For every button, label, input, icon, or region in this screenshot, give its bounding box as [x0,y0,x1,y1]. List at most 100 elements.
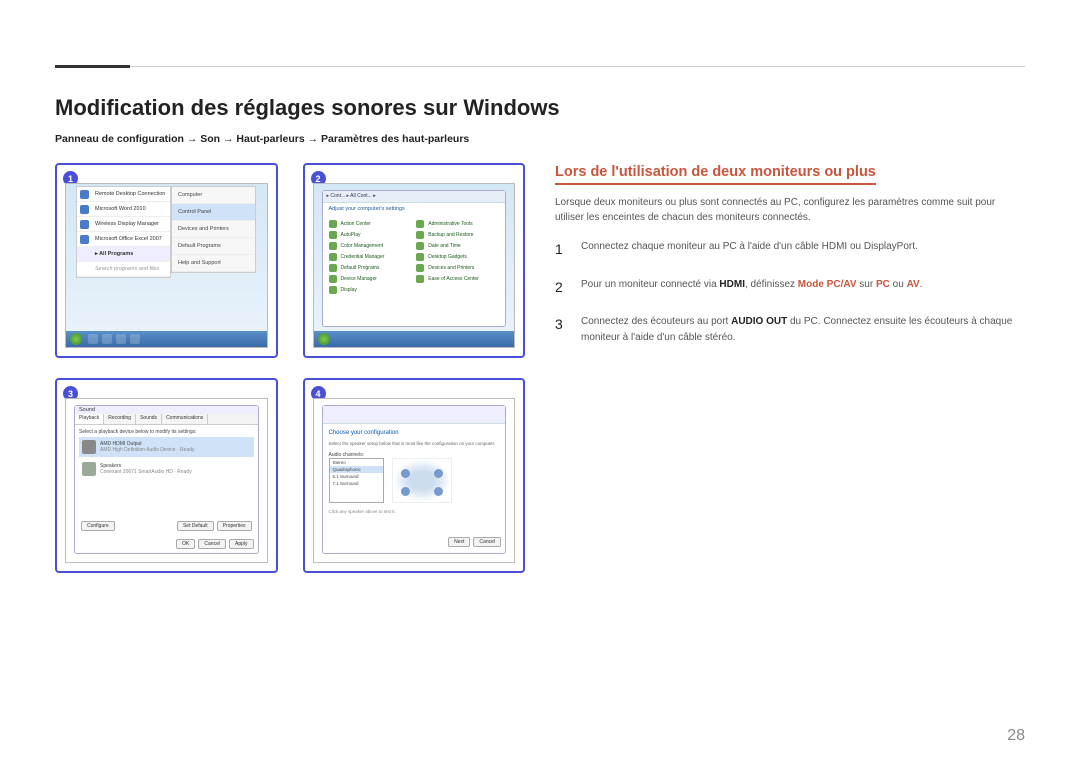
page-number: 28 [1007,727,1025,745]
hdmi-device-icon [82,440,96,454]
cp-header: Adjust your computer's settings [323,203,506,215]
step-text: Connectez des écouteurs au port AUDIO OU… [581,314,1025,345]
speaker-icon [401,469,410,478]
step-text: Connectez chaque moniteur au PC à l'aide… [581,239,918,261]
start-menu-item: Microsoft Word 2010 [77,202,170,217]
app-icon [80,205,89,214]
control-panel-item: Default Programs [327,263,414,273]
cp-icon [416,275,424,283]
cancel-button: Cancel [473,537,501,547]
start-menu: Remote Desktop ConnectionMicrosoft Word … [76,186,171,278]
start-menu-item: Microsoft Office Excel 2007 [77,232,170,247]
taskbar [66,331,267,347]
control-panel-item: Device Manager [327,274,414,284]
control-panel-item: Date and Time [414,241,501,251]
cp-icon [329,231,337,239]
all-programs: ▸ All Programs [77,247,170,262]
sound-tab: Sounds [136,414,162,424]
sound-hint: Select a playback device below to modify… [79,429,254,435]
sound-dialog: Sound PlaybackRecordingSoundsCommunicati… [74,405,259,554]
header-rule [130,66,1025,67]
next-button: Next [448,537,470,547]
section-heading: Lors de l'utilisation de deux moniteurs … [555,164,876,185]
app-icon [80,220,89,229]
start-side-item: Computer [172,187,255,204]
control-panel-item: Color Management [327,241,414,251]
step-number: 2 [555,277,567,299]
speaker-diagram [392,458,452,503]
speaker-setup-dialog: Choose your configuration Select the spe… [322,405,507,554]
start-menu-item: Wireless Display Manager [77,217,170,232]
control-panel-item: Display [327,285,414,295]
speaker-icon [434,487,443,496]
speaker-icon [434,469,443,478]
taskbar-icon [116,334,126,344]
sound-tabs: PlaybackRecordingSoundsCommunications [75,414,258,425]
speaker-device-icon [82,462,96,476]
dialog-header [323,406,506,424]
wizard-title: Choose your configuration [329,430,500,436]
cp-icon [416,264,424,272]
control-panel-item: Ease of Access Center [414,274,501,284]
cp-icon [329,286,337,294]
start-menu-side: ComputerControl PanelDevices and Printer… [171,186,256,273]
app-icon [80,190,89,199]
channel-option: 5.1 Surround [330,473,383,480]
sound-tab: Communications [162,414,208,424]
screenshot-4: 4 Choose your configuration Select the s… [303,378,526,573]
configure-button: Configure [81,521,115,531]
step-row: 3 Connectez des écouteurs au port AUDIO O… [555,314,1025,345]
device-sub: AMD High Definition Audio Device · Ready [100,447,195,453]
properties-button: Properties [217,521,252,531]
cp-icon [329,220,337,228]
cp-icon [329,253,337,261]
step-number: 1 [555,239,567,261]
cp-icon [416,253,424,261]
cp-icon [416,220,424,228]
device-sub: Conexant 20671 SmartAudio HD · Ready [100,469,192,475]
control-panel-item: Devices and Printers [414,263,501,273]
cancel-button: Cancel [198,539,226,549]
start-side-item: Control Panel [172,204,255,221]
screenshot-1: 1 Remote Desktop ConnectionMicrosoft Wor… [55,163,278,358]
app-icon [80,235,89,244]
section-intro: Lorsque deux moniteurs ou plus sont conn… [555,195,1025,225]
channels-listbox: StereoQuadraphonic5.1 Surround7.1 Surrou… [329,458,384,503]
start-side-item: Help and Support [172,255,255,272]
cp-icon [416,231,424,239]
sound-tab: Recording [104,414,136,424]
step-number: 3 [555,314,567,345]
step-row: 2Pour un moniteur connecté via HDMI, déf… [555,277,1025,299]
ok-button: OK [176,539,195,549]
control-panel-window: ▸ Cont... ▸ All Cont... ▸ Adjust your co… [322,190,507,327]
control-panel-item: Action Center [327,219,414,229]
playback-device-row: Speakers Conexant 20671 SmartAudio HD · … [79,459,254,479]
breadcrumb: Panneau de configuration → Son → Haut-pa… [55,133,1025,145]
cp-icon [329,264,337,272]
channel-option: Quadraphonic [330,466,383,473]
control-panel-item: Administrative Tools [414,219,501,229]
page-title: Modification des réglages sonores sur Wi… [55,95,1025,121]
control-panel-item [414,285,501,295]
set-default-button: Set Default [177,521,214,531]
channel-option: Stereo [330,459,383,466]
channel-option: 7.1 Surround [330,480,383,487]
cp-icon [329,275,337,283]
dialog-title: Sound [75,406,258,414]
start-side-item: Default Programs [172,238,255,255]
control-panel-item: Desktop Gadgets [414,252,501,262]
start-orb-icon [318,333,330,345]
control-panel-item: Credential Manager [327,252,414,262]
control-panel-item: AutoPlay [327,230,414,240]
screenshot-2: 2 ▸ Cont... ▸ All Cont... ▸ Adjust your … [303,163,526,358]
click-hint: Click any speaker above to test it. [329,509,500,514]
apply-button: Apply [229,539,254,549]
cp-icon [416,242,424,250]
wizard-sub: Select the speaker setup below that is m… [329,441,500,446]
search-box: Search programs and files [77,262,170,277]
start-side-item: Devices and Printers [172,221,255,238]
taskbar-icon [102,334,112,344]
speaker-icon [401,487,410,496]
playback-device-row: AMD HDMI Output AMD High Definition Audi… [79,437,254,457]
screenshot-3: 3 Sound PlaybackRecordingSoundsCommunica… [55,378,278,573]
